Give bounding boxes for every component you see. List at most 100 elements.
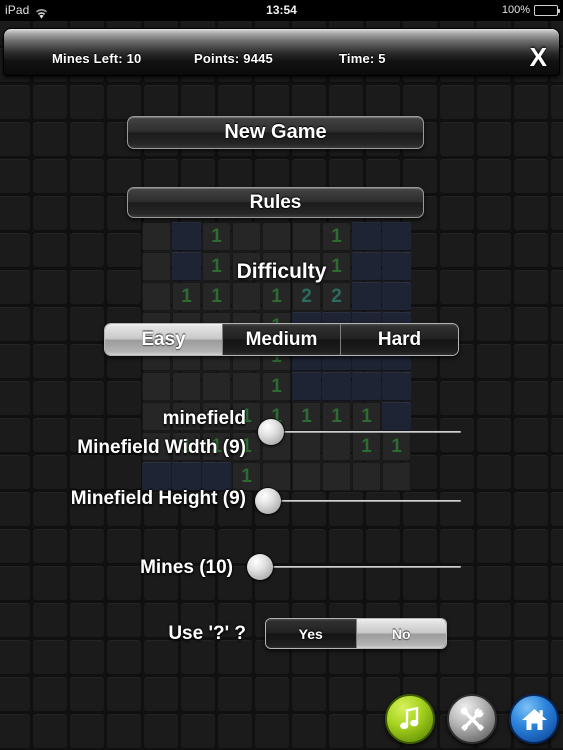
background-tile xyxy=(70,455,104,489)
background-tile xyxy=(440,159,474,193)
minefield-cell-covered[interactable] xyxy=(352,282,381,311)
minefield-cell-open[interactable] xyxy=(172,372,201,401)
background-tile xyxy=(144,714,178,748)
slider-thumb[interactable] xyxy=(255,488,281,514)
game-hud-bar: Mines Left: 10 Points: 9445 Time: 5 X xyxy=(3,28,560,76)
app-root: 11111112211111111111111 iPad 13:54 100% … xyxy=(0,0,563,750)
minefield-cell-covered[interactable] xyxy=(382,372,411,401)
use-question-option-yes[interactable]: Yes xyxy=(266,619,357,648)
background-tile xyxy=(477,344,511,378)
minefield-cell-covered[interactable] xyxy=(292,372,321,401)
mines-count-label: Mines (10) xyxy=(140,557,233,578)
background-tile xyxy=(477,381,511,415)
background-tile xyxy=(477,529,511,563)
difficulty-heading: Difficulty xyxy=(236,260,327,283)
minefield-cell-open[interactable]: 1 xyxy=(322,222,351,251)
minefield-cell-covered[interactable] xyxy=(142,462,171,491)
points-status: Points: 9445 xyxy=(194,51,273,66)
difficulty-option-easy[interactable]: Easy xyxy=(105,324,223,355)
minefield-cell-open[interactable] xyxy=(142,372,171,401)
background-tile xyxy=(514,307,548,341)
difficulty-segmented-control[interactable]: Easy Medium Hard xyxy=(104,323,459,356)
use-question-mark-toggle[interactable]: Yes No xyxy=(265,618,447,649)
background-tile xyxy=(292,714,326,748)
status-bar-right: 100% xyxy=(502,0,560,21)
background-tile xyxy=(70,196,104,230)
background-tile xyxy=(403,85,437,119)
minefield-cell-covered[interactable] xyxy=(352,222,381,251)
background-tile xyxy=(0,640,30,674)
background-tile xyxy=(0,455,30,489)
background-tile xyxy=(440,381,474,415)
minefield-cell-number: 1 xyxy=(331,226,342,247)
minefield-cell-covered[interactable] xyxy=(382,222,411,251)
minefield-cell-open[interactable] xyxy=(202,372,231,401)
minefield-cell-open[interactable]: 2 xyxy=(322,282,351,311)
new-game-button[interactable]: New Game xyxy=(127,116,424,149)
background-tile xyxy=(0,159,30,193)
slider-thumb[interactable] xyxy=(247,554,273,580)
minefield-cell-open[interactable] xyxy=(142,222,171,251)
minefield-cell-covered[interactable] xyxy=(202,462,231,491)
use-question-option-no[interactable]: No xyxy=(356,619,446,648)
difficulty-option-medium[interactable]: Medium xyxy=(223,324,341,355)
background-tile xyxy=(514,640,548,674)
minefield-cell-open[interactable]: 1 xyxy=(172,282,201,311)
minefield-width-slider[interactable] xyxy=(258,417,461,447)
background-tile xyxy=(292,85,326,119)
minefield-cell-number: 1 xyxy=(271,286,282,307)
minefield-cell-covered[interactable] xyxy=(352,372,381,401)
minefield-cell-covered[interactable] xyxy=(382,282,411,311)
minefield-cell-open[interactable] xyxy=(292,222,321,251)
minefield-cell-open[interactable] xyxy=(232,372,261,401)
background-tile xyxy=(329,677,363,711)
background-tile xyxy=(144,677,178,711)
minefield-height-slider[interactable] xyxy=(255,486,461,516)
background-tile xyxy=(255,677,289,711)
background-tile xyxy=(107,85,141,119)
tools-button[interactable] xyxy=(447,694,497,744)
minefield-cell-open[interactable]: 1 xyxy=(202,222,231,251)
background-tile xyxy=(329,714,363,748)
mines-count-slider[interactable] xyxy=(247,552,461,582)
ios-status-bar: iPad 13:54 100% xyxy=(0,0,563,21)
minefield-cell-number: 1 xyxy=(211,286,222,307)
slider-thumb[interactable] xyxy=(258,419,284,445)
background-tile xyxy=(33,640,67,674)
minefield-cell-covered[interactable] xyxy=(322,372,351,401)
minefield-cell-open[interactable]: 1 xyxy=(202,282,231,311)
minefield-cell-covered[interactable] xyxy=(172,222,201,251)
minefield-cell-open[interactable]: 2 xyxy=(292,282,321,311)
background-tile xyxy=(551,529,563,563)
minefield-cell-open[interactable] xyxy=(262,222,291,251)
minefield-cell-open[interactable] xyxy=(232,222,261,251)
music-button[interactable] xyxy=(385,694,435,744)
minefield-cell-open[interactable] xyxy=(142,282,171,311)
minefield-cell-open[interactable]: 1 xyxy=(262,282,291,311)
close-x-icon[interactable]: X xyxy=(530,29,547,77)
minefield-cell-open[interactable]: 1 xyxy=(262,372,291,401)
home-button[interactable] xyxy=(509,694,559,744)
background-tile xyxy=(551,566,563,600)
background-tile xyxy=(0,714,30,748)
background-tile xyxy=(514,603,548,637)
minefield-cell-covered[interactable] xyxy=(172,462,201,491)
difficulty-option-hard[interactable]: Hard xyxy=(341,324,458,355)
slider-track xyxy=(261,566,461,568)
background-tile xyxy=(551,640,563,674)
background-tile xyxy=(551,455,563,489)
background-tile xyxy=(477,159,511,193)
background-tile xyxy=(255,85,289,119)
rules-button[interactable]: Rules xyxy=(127,187,424,218)
background-tile xyxy=(70,714,104,748)
minefield-cell-number: 1 xyxy=(271,376,282,397)
background-tile xyxy=(33,122,67,156)
background-tile xyxy=(107,640,141,674)
background-tile xyxy=(70,122,104,156)
background-tile xyxy=(477,122,511,156)
background-tile xyxy=(477,640,511,674)
background-tile xyxy=(292,677,326,711)
background-tile xyxy=(33,196,67,230)
status-bar-clock: 13:54 xyxy=(266,3,297,17)
minefield-cell-open[interactable] xyxy=(232,282,261,311)
